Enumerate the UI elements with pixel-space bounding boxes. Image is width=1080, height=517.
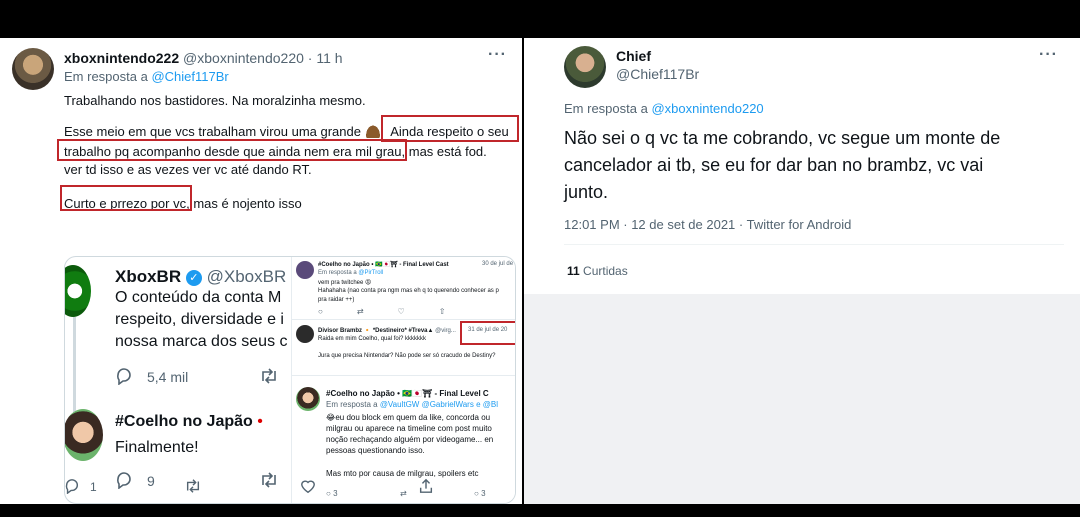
mini-text: Jura que precisa Nintendar? Não pode ser… [318, 353, 496, 359]
mini-like-count: 3 [481, 489, 486, 498]
left-tweet-panel: xboxnintendo222 @xboxnintendo220 · 11 h … [0, 38, 522, 504]
author-handle[interactable]: @Chief117Br [616, 66, 699, 82]
reply-to-link: @VaultGW @GabrielWars e @Bl [379, 400, 498, 409]
avatar [296, 325, 314, 343]
avatar [296, 387, 320, 411]
mini-author-name: #Coelho no Japão • 🇧🇷🇯🇵⛩ - Final Level C… [318, 262, 449, 268]
author-name[interactable]: xboxnintendo222 [64, 50, 179, 66]
tweet-text-line: ver td isso e as vezes ver vc até dando … [64, 162, 312, 177]
mini-text: pra raidar ++) [318, 297, 355, 303]
tweet-text-line: cancelador ai tb, se eu for dar ban no b… [564, 155, 984, 175]
right-tweet-panel: Chief @Chief117Br ··· Em resposta a @xbo… [524, 38, 1080, 294]
reply-count: 9 [147, 473, 155, 489]
thread-line [73, 317, 76, 413]
mini-text: Hahahaha (nao conta pra ngm mas eh q to … [318, 288, 499, 294]
tweet-text-line: Esse meio em que vcs trabalham virou uma… [64, 124, 361, 139]
likes-label: Curtidas [583, 264, 628, 278]
embedded-screenshot: XboxBR ✓ @XboxBR · O conteúdo da conta M… [64, 256, 516, 504]
xbox-logo-icon [65, 265, 91, 317]
tweet-meta: 12:01 PM · 12 de set de 2021 · Twitter f… [564, 217, 852, 232]
verified-icon: ✓ [185, 270, 202, 286]
reply-to-link[interactable]: @Chief117Br [151, 69, 228, 84]
highlight-box [460, 321, 515, 345]
embed-text: nossa marca dos seus c [115, 333, 288, 350]
more-options-icon[interactable]: ··· [1039, 46, 1058, 64]
tweet-text-line: Não sei o q vc ta me cobrando, vc segue … [564, 128, 1001, 148]
mini-text: pessoas questionando isso. [326, 446, 425, 455]
avatar[interactable] [65, 409, 103, 461]
reply-prefix: Em resposta a [318, 270, 359, 276]
mini-text: milgrau ou aparece na timeline com post … [326, 424, 492, 433]
author-name[interactable]: Chief [616, 48, 651, 64]
mini-text: vem pra twitchee 😡 [318, 280, 372, 286]
mini-text: 😂eu dou block em quem da like, concorda … [326, 413, 491, 422]
embed-author-name[interactable]: #Coelho no Japão [115, 413, 253, 430]
tweet-text-line: , mas é nojento isso [186, 196, 302, 211]
embed-author-name[interactable]: XboxBR [115, 267, 181, 286]
reply-to-link: @PirTroll [358, 270, 384, 276]
mini-date: 30 de jul de [482, 261, 514, 267]
tweet-text-line: Trabalhando nos bastidores. Na moralzinh… [64, 93, 366, 108]
avatar[interactable] [12, 48, 54, 90]
mini-screenshot: #Coelho no Japão • 🇧🇷🇯🇵⛩ - Final Level C… [291, 257, 515, 503]
likes-stat[interactable]: 11 Curtidas [567, 264, 628, 278]
more-options-icon[interactable]: ··· [488, 46, 507, 64]
like-icon[interactable] [300, 478, 316, 494]
reply-to-link[interactable]: @xboxnintendo220 [651, 101, 763, 116]
avatar [296, 261, 314, 279]
likes-count: 11 [567, 264, 580, 278]
reply-icon[interactable] [64, 478, 80, 494]
retweet-icon[interactable] [259, 367, 279, 385]
retweet-icon[interactable] [184, 478, 202, 494]
reply-icon[interactable] [115, 471, 133, 489]
avatar[interactable] [564, 46, 606, 88]
like-count: 5,4 mil [147, 369, 189, 385]
reply-count: 1 [90, 480, 97, 494]
tweet-text-line: junto. [564, 182, 609, 202]
embed-author-handle: @XboxBR · [206, 267, 297, 286]
reply-prefix: Em resposta a [564, 101, 652, 116]
reply-prefix: Em resposta a [64, 69, 152, 84]
highlight-box [60, 185, 192, 211]
author-handle: @xboxnintendo220 · 11 h [183, 50, 343, 66]
mini-text: Raida em mim Coelho, qual foi? kkkkkkk [318, 336, 427, 342]
divider [564, 244, 1064, 245]
empty-area [524, 294, 1080, 504]
reply-icon[interactable] [115, 367, 133, 385]
highlight-box [57, 139, 407, 161]
mini-author-name: #Coelho no Japão • 🇧🇷🇯🇵⛩ - Final Level C [326, 389, 489, 398]
highlight-box [381, 115, 519, 142]
mini-reply-count: 3 [333, 489, 338, 498]
tweet-text-line: , mas está fod. [401, 144, 487, 159]
embed-text: Finalmente! [115, 439, 199, 456]
mini-handle: @virg... [435, 328, 456, 334]
mini-author-name: Divisor Brambz 🔸 *Destineiro* #Treva▲ [318, 328, 434, 334]
embed-text: O conteúdo da conta M [115, 289, 282, 306]
mini-actions: ○⇄♡⇧ [318, 307, 480, 316]
embed-text: respeito, diversidade e i [115, 311, 284, 328]
mini-text: noção rechaçando alguém por videogame...… [326, 435, 494, 444]
reply-prefix: Em resposta a [326, 400, 380, 409]
share-icon[interactable] [418, 478, 434, 494]
mini-text: Mas mto por causa de milgrau, spoilers e… [326, 469, 479, 478]
poop-emoji-icon [364, 124, 381, 138]
retweet-icon[interactable] [259, 471, 279, 489]
